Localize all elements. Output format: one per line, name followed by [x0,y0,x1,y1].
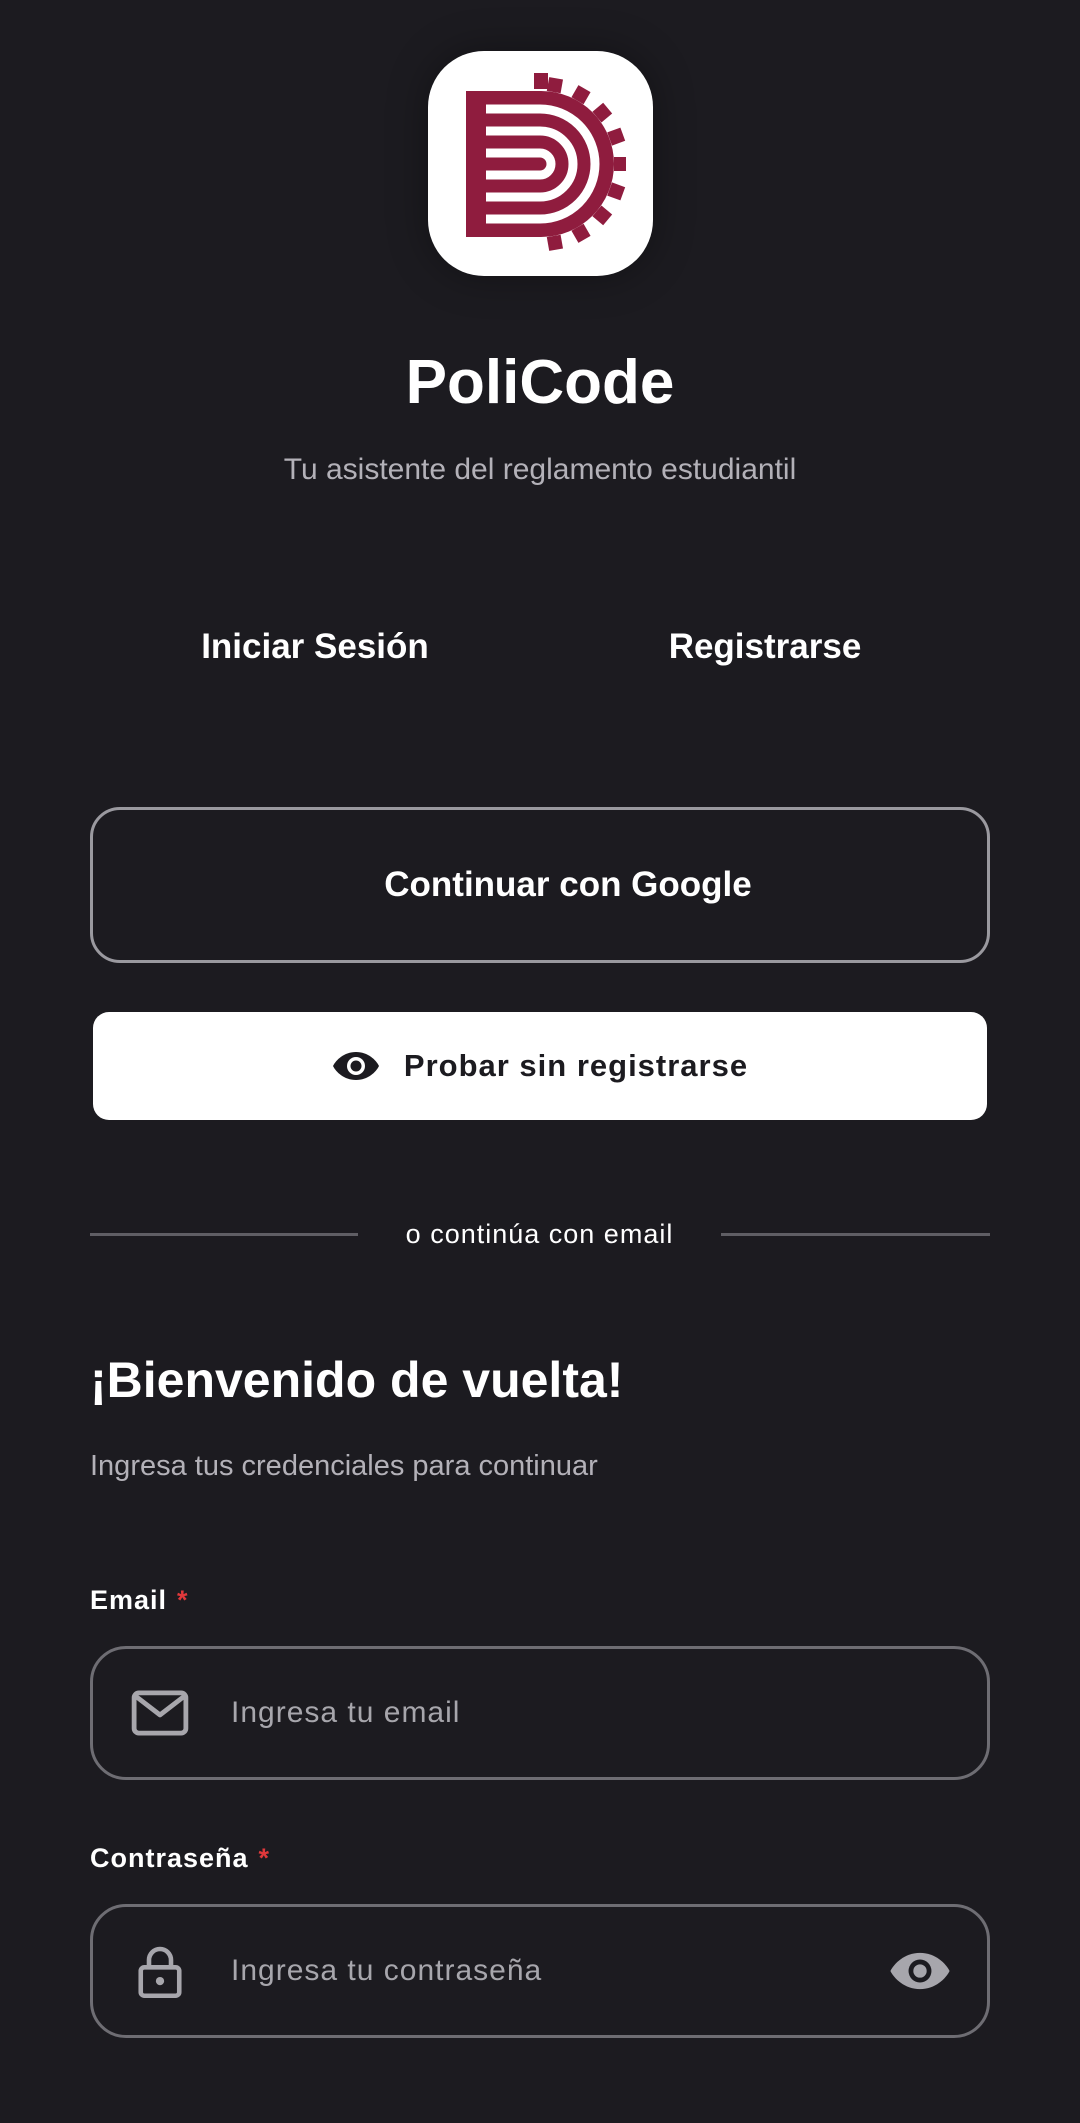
google-signin-button[interactable]: Continuar con Google [90,807,990,963]
login-screen: PoliCode Tu asistente del reglamento est… [0,0,1080,2123]
password-input[interactable] [229,1953,887,1989]
mail-icon [130,1683,190,1743]
gear-tooth [546,76,563,93]
eye-icon [890,1952,950,1990]
app-subtitle: Tu asistente del reglamento estudiantil [283,453,797,486]
required-mark: * [177,1585,189,1615]
policode-logo-icon [465,72,626,251]
welcome-title: ¡Bienvenido de vuelta! [90,1352,624,1408]
email-input[interactable] [229,1695,987,1731]
email-label: Email * [90,1580,189,1620]
password-label: Contraseña * [90,1838,270,1878]
eye-icon [332,1052,379,1080]
tab-register[interactable]: Registrarse [600,622,930,672]
guest-mode-label: Probar sin registrarse [403,1048,749,1083]
gear-tooth [613,156,626,171]
guest-mode-button[interactable]: Probar sin registrarse [93,1012,987,1120]
divider-line-left [90,1233,358,1236]
required-mark: * [258,1843,271,1873]
password-label-text: Contraseña [90,1843,249,1873]
google-signin-label: Continuar con Google [384,865,752,904]
toggle-password-visibility-button[interactable] [887,1948,953,1994]
app-title: PoliCode [405,348,675,417]
gear-tooth [546,234,563,251]
welcome-subtitle: Ingresa tus credenciales para continuar [90,1450,598,1482]
lock-icon [130,1941,190,2001]
email-field[interactable] [90,1646,990,1780]
app-logo [428,51,653,276]
divider-line-right [721,1233,990,1236]
tab-login[interactable]: Iniciar Sesión [150,622,480,672]
email-label-text: Email [90,1585,168,1615]
divider-text: o continúa con email [405,1219,674,1249]
password-field[interactable] [90,1904,990,2038]
